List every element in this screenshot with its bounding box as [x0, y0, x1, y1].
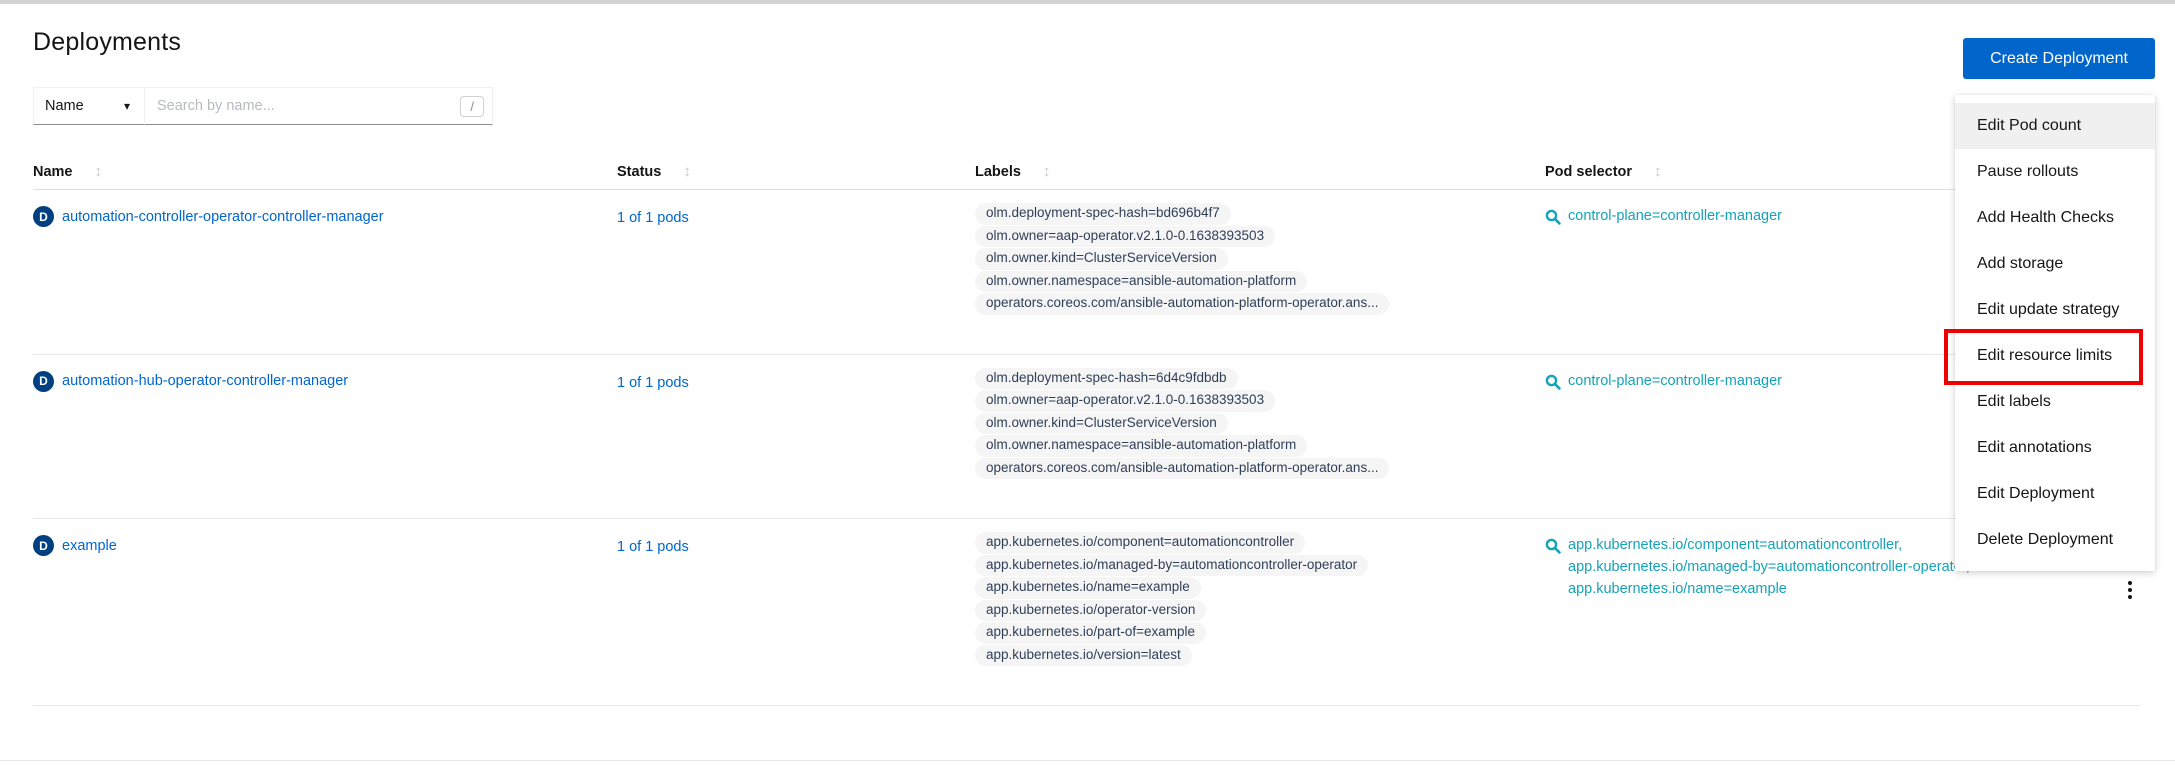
filter-type-label: Name — [45, 98, 84, 114]
status-cell: 1 of 1 pods — [617, 371, 975, 392]
deployment-name-link[interactable]: automation-controller-operator-controlle… — [62, 209, 384, 225]
menu-item-delete-deployment[interactable]: Delete Deployment — [1955, 517, 2155, 563]
deployments-table: Name ↕ Status ↕ Labels ↕ Pod selector ↕ … — [0, 157, 2175, 706]
search-input[interactable] — [157, 98, 460, 114]
label-pill: olm.deployment-spec-hash=bd696b4f7 — [975, 203, 1231, 225]
label-pill: olm.owner=aap-operator.v2.1.0-0.16383935… — [975, 226, 1275, 248]
filter-type-dropdown[interactable]: Name ▾ — [33, 87, 145, 125]
pod-selector-link[interactable]: app.kubernetes.io/component=automationco… — [1568, 537, 1970, 553]
pod-selector-link-lines: control-plane=controller-manager — [1568, 208, 1782, 225]
create-deployment-button[interactable]: Create Deployment — [1963, 38, 2155, 79]
sort-icon[interactable]: ↕ — [1043, 163, 1051, 180]
label-pill: app.kubernetes.io/managed-by=automationc… — [975, 555, 1368, 577]
pod-selector-link[interactable]: app.kubernetes.io/managed-by=automationc… — [1568, 559, 1970, 575]
column-header-status[interactable]: Status ↕ — [617, 163, 975, 180]
pod-selector-link[interactable]: control-plane=controller-manager — [1568, 373, 1782, 389]
column-header-label: Name — [33, 164, 73, 180]
pods-status-link[interactable]: 1 of 1 pods — [617, 375, 689, 391]
name-cell: D automation-hub-operator-controller-man… — [33, 371, 617, 392]
menu-item-edit-labels[interactable]: Edit labels — [1955, 379, 2155, 425]
sort-icon[interactable]: ↕ — [95, 163, 103, 180]
pods-status-link[interactable]: 1 of 1 pods — [617, 210, 689, 226]
label-pill: app.kubernetes.io/version=latest — [975, 645, 1192, 667]
label-pill: olm.owner.kind=ClusterServiceVersion — [975, 413, 1228, 435]
column-header-label: Pod selector — [1545, 164, 1632, 180]
table-row: D automation-controller-operator-control… — [33, 190, 2140, 355]
search-icon — [1545, 374, 1561, 390]
column-header-name[interactable]: Name ↕ — [33, 163, 617, 180]
label-pill: olm.deployment-spec-hash=6d4c9fdbdb — [975, 368, 1238, 390]
menu-item-edit-deployment[interactable]: Edit Deployment — [1955, 471, 2155, 517]
menu-item-add-health-checks[interactable]: Add Health Checks — [1955, 195, 2155, 241]
table-body: D automation-controller-operator-control… — [33, 190, 2140, 706]
label-pill: olm.owner.kind=ClusterServiceVersion — [975, 248, 1228, 270]
labels-cell: olm.deployment-spec-hash=bd696b4f7olm.ow… — [975, 203, 1545, 316]
sort-icon[interactable]: ↕ — [683, 163, 691, 180]
label-pill: operators.coreos.com/ansible-automation-… — [975, 293, 1389, 315]
labels-cell: olm.deployment-spec-hash=6d4c9fdbdbolm.o… — [975, 368, 1545, 481]
deployment-kind-badge: D — [33, 535, 54, 556]
menu-item-edit-annotations[interactable]: Edit annotations — [1955, 425, 2155, 471]
status-cell: 1 of 1 pods — [617, 206, 975, 227]
actions-dropdown-menu: Edit Pod countPause rolloutsAdd Health C… — [1955, 95, 2155, 571]
pods-status-link[interactable]: 1 of 1 pods — [617, 539, 689, 555]
label-pill: app.kubernetes.io/operator-version — [975, 600, 1206, 622]
label-pill: app.kubernetes.io/component=automationco… — [975, 532, 1305, 554]
filter-toolbar: Name ▾ / — [33, 87, 493, 125]
label-pill: operators.coreos.com/ansible-automation-… — [975, 458, 1389, 480]
menu-item-edit-pod-count[interactable]: Edit Pod count — [1955, 103, 2155, 149]
status-cell: 1 of 1 pods — [617, 535, 975, 556]
deployment-kind-badge: D — [33, 206, 54, 227]
column-header-labels[interactable]: Labels ↕ — [975, 163, 1545, 180]
page-title: Deployments — [33, 28, 2175, 57]
table-row: D automation-hub-operator-controller-man… — [33, 355, 2140, 520]
chevron-down-icon: ▾ — [124, 99, 130, 113]
labels-cell: app.kubernetes.io/component=automationco… — [975, 532, 1545, 667]
label-pill: app.kubernetes.io/part-of=example — [975, 622, 1206, 644]
search-icon — [1545, 538, 1561, 554]
label-pill: olm.owner=aap-operator.v2.1.0-0.16383935… — [975, 390, 1275, 412]
label-pill: olm.owner.namespace=ansible-automation-p… — [975, 435, 1307, 457]
pod-selector-link-lines: control-plane=controller-manager — [1568, 373, 1782, 390]
pod-selector-link[interactable]: control-plane=controller-manager — [1568, 208, 1782, 224]
sort-icon[interactable]: ↕ — [1654, 163, 1662, 180]
label-pill: olm.owner.namespace=ansible-automation-p… — [975, 271, 1307, 293]
deployment-name-link[interactable]: example — [62, 538, 117, 554]
menu-item-edit-resource-limits[interactable]: Edit resource limits — [1955, 333, 2155, 379]
name-cell: D example — [33, 535, 617, 556]
search-box: / — [145, 87, 493, 125]
menu-item-edit-update-strategy[interactable]: Edit update strategy — [1955, 287, 2155, 333]
table-header-row: Name ↕ Status ↕ Labels ↕ Pod selector ↕ — [33, 157, 2140, 190]
pod-selector-link[interactable]: app.kubernetes.io/name=example — [1568, 581, 1970, 597]
menu-item-add-storage[interactable]: Add storage — [1955, 241, 2155, 287]
search-icon — [1545, 209, 1561, 225]
menu-item-pause-rollouts[interactable]: Pause rollouts — [1955, 149, 2155, 195]
deployment-name-link[interactable]: automation-hub-operator-controller-manag… — [62, 373, 348, 389]
pod-selector-link-lines: app.kubernetes.io/component=automationco… — [1568, 537, 1970, 597]
column-header-label: Status — [617, 164, 661, 180]
label-pill: app.kubernetes.io/name=example — [975, 577, 1201, 599]
kebab-menu-icon[interactable] — [2124, 577, 2136, 603]
table-row: D example 1 of 1 pods app.kubernetes.io/… — [33, 519, 2140, 706]
column-header-label: Labels — [975, 164, 1021, 180]
window-top-border — [0, 0, 2175, 4]
table-bottom-border — [0, 760, 2175, 761]
name-cell: D automation-controller-operator-control… — [33, 206, 617, 227]
keyboard-shortcut-badge: / — [460, 96, 484, 117]
deployment-kind-badge: D — [33, 371, 54, 392]
